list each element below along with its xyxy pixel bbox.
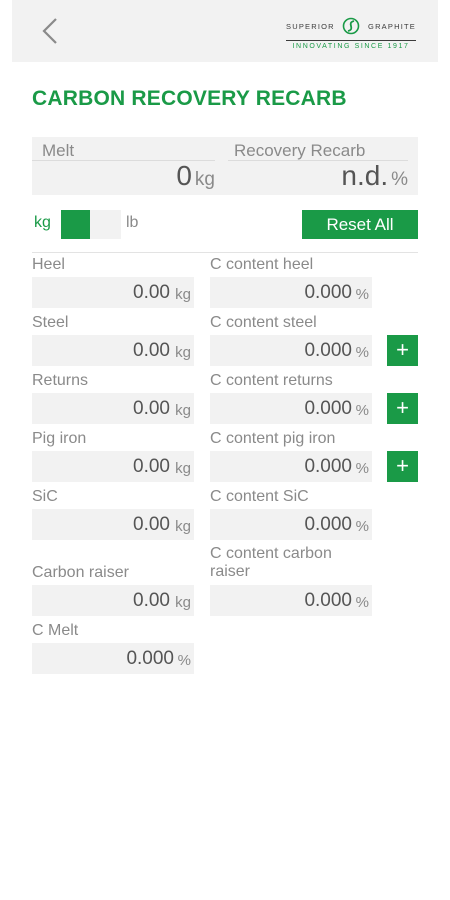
- melt-summary: Melt 0 kg: [32, 137, 215, 195]
- c-content-returns-input[interactable]: 0.000%: [210, 393, 372, 424]
- returns-input[interactable]: 0.00 kg: [32, 393, 194, 424]
- c-content-sic-unit: %: [355, 518, 369, 535]
- c-content-steel-label: C content steel: [210, 314, 317, 331]
- c-content-pig-iron-unit: %: [355, 460, 369, 477]
- summary-panel: Melt 0 kg Recovery Recarb n.d.%: [32, 137, 418, 195]
- unit-kg-label: kg: [34, 214, 51, 231]
- melt-value: 0 kg: [176, 160, 215, 192]
- logo-tagline: INNOVATING SINCE 1917: [286, 40, 416, 50]
- sic-value: 0.00: [133, 514, 170, 535]
- sic-unit: kg: [175, 518, 191, 535]
- logo-text-right: GRAPHITE: [368, 21, 416, 31]
- c-content-heel-label: C content heel: [210, 256, 314, 273]
- carbon-raiser-unit: kg: [175, 594, 191, 611]
- page-title: CARBON RECOVERY RECARB: [32, 87, 347, 110]
- recovery-value: n.d.%: [341, 160, 408, 192]
- top-bar: SUPERIOR GRAPHITE INNOVATING SINCE 1917: [12, 0, 438, 62]
- c-content-returns-value: 0.000: [304, 398, 352, 419]
- back-button[interactable]: [34, 14, 68, 48]
- c-content-sic-input[interactable]: 0.000%: [210, 509, 372, 540]
- recovery-value-number: n.d.: [341, 160, 389, 191]
- c-content-sic-label: C content SiC: [210, 488, 309, 505]
- chevron-left-icon: [42, 18, 57, 44]
- heel-label: Heel: [32, 256, 65, 273]
- steel-value: 0.00: [133, 340, 170, 361]
- returns-value: 0.00: [133, 398, 170, 419]
- pig-iron-value: 0.00: [133, 456, 170, 477]
- add-returns-button[interactable]: +: [387, 393, 418, 424]
- c-content-steel-unit: %: [355, 344, 369, 361]
- pig-iron-input[interactable]: 0.00 kg: [32, 451, 194, 482]
- pig-iron-label: Pig iron: [32, 430, 87, 447]
- unit-row: kg lb Reset All: [32, 208, 418, 240]
- sic-input[interactable]: 0.00 kg: [32, 509, 194, 540]
- superior-graphite-logo: SUPERIOR GRAPHITE INNOVATING SINCE 1917: [286, 12, 416, 54]
- section-divider: [32, 252, 418, 253]
- c-content-returns-unit: %: [355, 402, 369, 419]
- logo-text-left: SUPERIOR: [286, 21, 335, 31]
- c-content-carbon-raiser-label: C content carbon raiser: [210, 545, 332, 580]
- carbon-raiser-input[interactable]: 0.00 kg: [32, 585, 194, 616]
- logo-mark-icon: [343, 17, 360, 35]
- c-melt-value: 0.000: [126, 648, 174, 669]
- unit-lb-label: lb: [126, 214, 139, 231]
- recovery-summary: Recovery Recarb n.d.%: [228, 137, 408, 195]
- c-content-pig-iron-label: C content pig iron: [210, 430, 336, 447]
- returns-label: Returns: [32, 372, 89, 389]
- steel-label: Steel: [32, 314, 69, 331]
- pig-iron-unit: kg: [175, 460, 191, 477]
- carbon-raiser-label: Carbon raiser: [32, 564, 129, 581]
- melt-value-number: 0: [176, 160, 192, 191]
- c-content-carbon-raiser-unit: %: [355, 594, 369, 611]
- c-content-sic-value: 0.000: [304, 514, 352, 535]
- c-melt-unit: %: [177, 652, 191, 669]
- recovery-label: Recovery Recarb: [234, 141, 366, 160]
- add-steel-button[interactable]: +: [387, 335, 418, 366]
- steel-input[interactable]: 0.00 kg: [32, 335, 194, 366]
- c-content-pig-iron-value: 0.000: [304, 456, 352, 477]
- sic-label: SiC: [32, 488, 58, 505]
- steel-unit: kg: [175, 344, 191, 361]
- c-content-heel-unit: %: [355, 286, 369, 303]
- heel-input[interactable]: 0.00 kg: [32, 277, 194, 308]
- unit-toggle[interactable]: [61, 210, 121, 239]
- heel-unit: kg: [175, 286, 191, 303]
- c-content-heel-input[interactable]: 0.000%: [210, 277, 372, 308]
- c-content-steel-value: 0.000: [304, 340, 352, 361]
- add-pig-iron-button[interactable]: +: [387, 451, 418, 482]
- returns-unit: kg: [175, 402, 191, 419]
- melt-unit: kg: [194, 169, 215, 190]
- c-content-carbon-raiser-value: 0.000: [304, 590, 352, 611]
- carbon-raiser-value: 0.00: [133, 590, 170, 611]
- unit-toggle-knob: [61, 210, 90, 239]
- melt-label: Melt: [42, 141, 75, 160]
- c-melt-input[interactable]: 0.000%: [32, 643, 194, 674]
- reset-all-button[interactable]: Reset All: [302, 210, 418, 239]
- c-content-steel-input[interactable]: 0.000%: [210, 335, 372, 366]
- c-melt-label: C Melt: [32, 622, 79, 639]
- c-content-pig-iron-input[interactable]: 0.000%: [210, 451, 372, 482]
- c-content-returns-label: C content returns: [210, 372, 333, 389]
- c-content-heel-value: 0.000: [304, 282, 352, 303]
- recovery-unit: %: [391, 169, 408, 190]
- c-content-carbon-raiser-input[interactable]: 0.000%: [210, 585, 372, 616]
- heel-value: 0.00: [133, 282, 170, 303]
